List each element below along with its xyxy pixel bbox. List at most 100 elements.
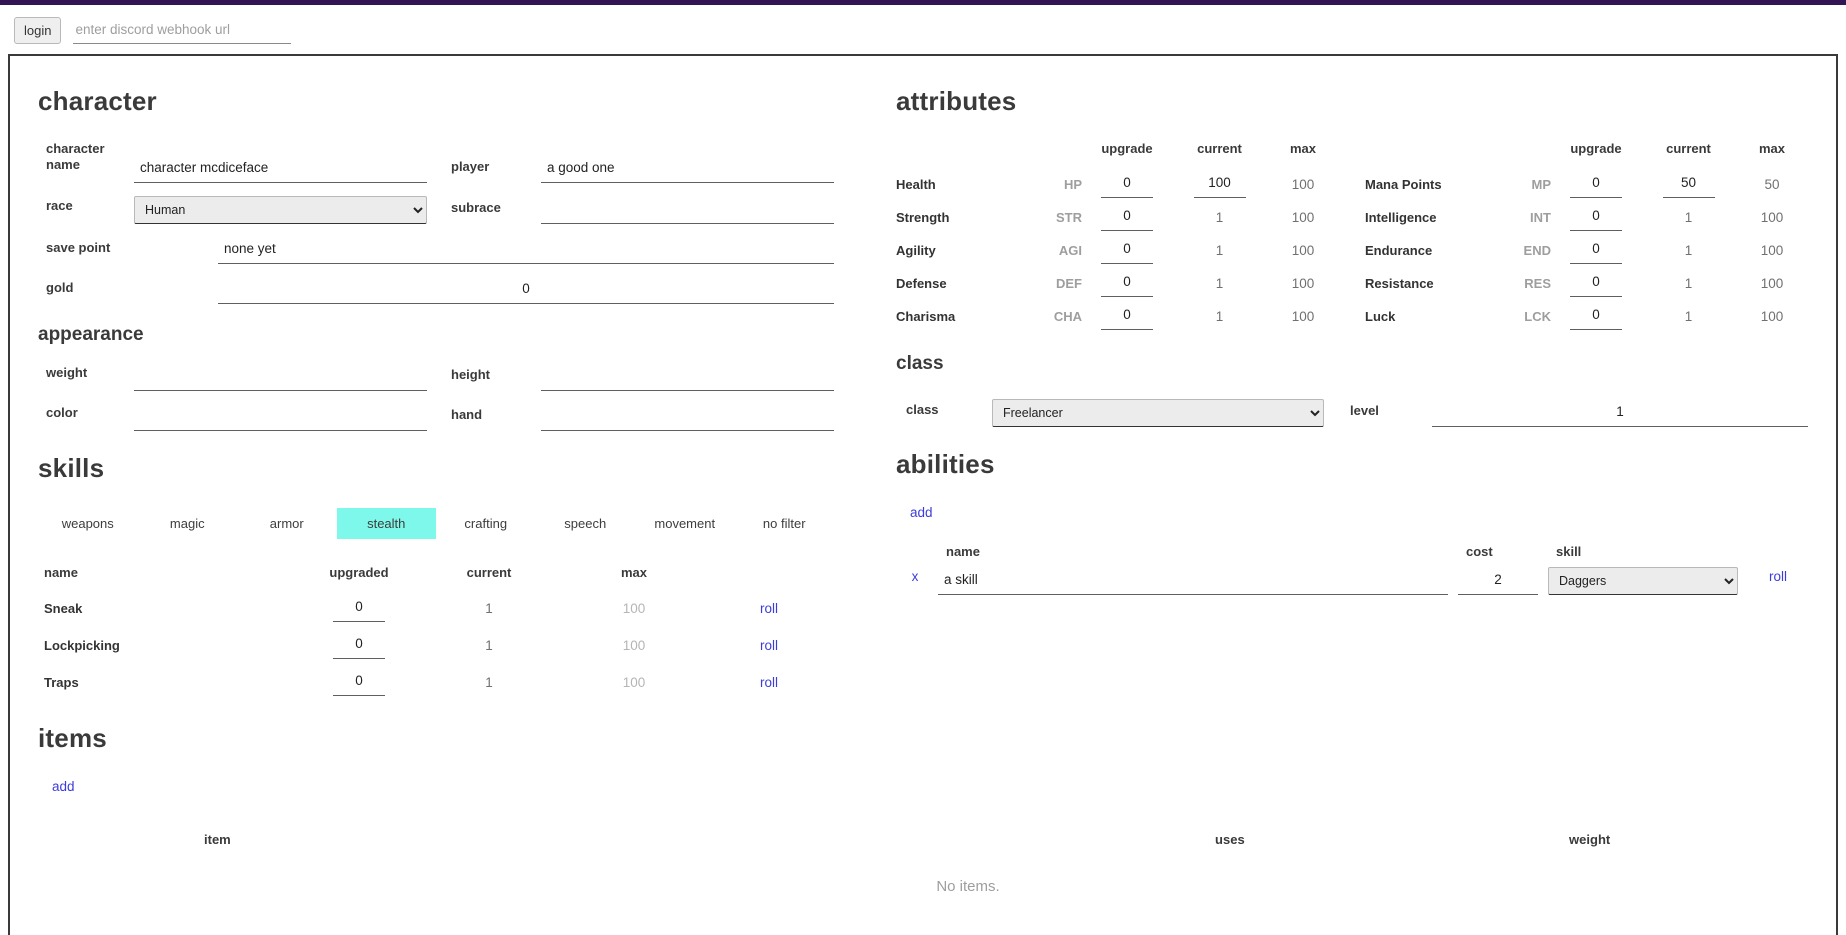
attr-label: Endurance [1365,234,1511,267]
attributes-section-title: attributes [896,86,1808,117]
player-label: player [451,159,541,183]
attr-label: Defense [896,267,1042,300]
attr-col-upgrade: upgrade [1082,141,1172,168]
ability-roll-link[interactable]: roll [1769,569,1787,584]
attr-col-max: max [1736,141,1808,168]
attr-abbr: HP [1042,177,1082,192]
attributes-table-right: upgrade current max Mana Points MP 50 In… [1365,141,1808,333]
gold-label: gold [46,280,218,304]
attr-current-value: 1 [1641,243,1736,258]
weight-input[interactable] [134,364,427,391]
skill-roll-link[interactable]: roll [760,638,778,653]
login-button[interactable]: login [14,17,61,44]
skills-table: name upgraded current max Sneak 1 100 ro… [38,565,834,701]
attr-col-current: current [1172,141,1267,168]
attr-abbr: CHA [1042,309,1082,324]
weight-label: weight [46,365,134,390]
attr-upgrade-input[interactable] [1101,204,1153,231]
filter-tab-weapons[interactable]: weapons [38,508,138,539]
remove-ability-link[interactable]: x [912,569,919,584]
skill-upgraded-input[interactable] [333,632,385,659]
abilities-col-skill: skill [1548,544,1738,567]
attr-upgrade-input[interactable] [1570,171,1622,198]
attr-upgrade-input[interactable] [1570,237,1622,264]
filter-tab-crafting[interactable]: crafting [436,508,536,539]
attr-upgrade-input[interactable] [1570,270,1622,297]
attr-label: Resistance [1365,267,1511,300]
attr-upgrade-input[interactable] [1101,171,1153,198]
level-input[interactable] [1432,400,1808,427]
attr-label: Intelligence [1365,201,1511,234]
attr-abbr: STR [1042,210,1082,225]
right-column: attributes upgrade current max Health HP… [896,72,1808,818]
level-label: level [1350,403,1412,427]
subrace-input[interactable] [541,197,834,224]
filter-tab-movement[interactable]: movement [635,508,735,539]
items-col-weight: weight [1569,832,1610,847]
class-select[interactable]: Freelancer [992,399,1324,427]
attr-abbr: LCK [1511,309,1551,324]
save-point-input[interactable] [218,237,834,264]
skill-upgraded-input[interactable] [333,669,385,696]
skill-max-value: 100 [554,638,714,653]
skill-current-value: 1 [424,675,554,690]
attributes-table-left: upgrade current max Health HP 100 Streng… [896,141,1339,333]
character-name-input[interactable] [134,156,427,183]
skill-upgraded-input[interactable] [333,595,385,622]
skill-current-value: 1 [424,638,554,653]
attr-max-value: 100 [1736,309,1808,324]
attr-current-input[interactable] [1663,171,1715,198]
ability-cost-input[interactable] [1458,568,1538,595]
abilities-col-cost: cost [1458,544,1538,567]
subrace-label: subrace [451,200,541,224]
attr-upgrade-input[interactable] [1101,237,1153,264]
attr-label: Strength [896,201,1042,234]
color-input[interactable] [134,404,427,431]
skills-col-name: name [44,565,294,590]
skill-roll-link[interactable]: roll [760,675,778,690]
filter-tab-stealth[interactable]: stealth [337,508,437,539]
items-table-header: item uses weight [38,832,1808,854]
color-label: color [46,405,134,430]
hand-label: hand [451,407,541,431]
race-select[interactable]: Human [134,196,427,224]
skill-name: Sneak [44,590,294,627]
save-point-label: save point [46,240,218,264]
attr-current-input[interactable] [1194,171,1246,198]
abilities-table: name cost skill x Daggers roll [896,544,1808,595]
attr-current-value: 1 [1172,309,1267,324]
attr-current-value: 1 [1641,210,1736,225]
attr-abbr: DEF [1042,276,1082,291]
player-input[interactable] [541,156,834,183]
skill-roll-link[interactable]: roll [760,601,778,616]
filter-tab-speech[interactable]: speech [536,508,636,539]
filter-tab-armor[interactable]: armor [237,508,337,539]
filter-tab-no-filter[interactable]: no filter [735,508,835,539]
webhook-url-input[interactable] [73,18,291,44]
attr-current-value: 1 [1641,309,1736,324]
skill-name: Traps [44,664,294,701]
height-input[interactable] [541,364,834,391]
add-item-link[interactable]: add [52,779,75,794]
add-ability-link[interactable]: add [910,505,933,520]
attr-max-value: 100 [1267,276,1339,291]
abilities-col-name: name [938,544,1448,567]
attr-upgrade-input[interactable] [1101,270,1153,297]
filter-tab-magic[interactable]: magic [138,508,238,539]
attr-label: Luck [1365,300,1511,333]
ability-skill-select[interactable]: Daggers [1548,567,1738,595]
ability-name-input[interactable] [938,568,1448,595]
attr-abbr: RES [1511,276,1551,291]
hand-input[interactable] [541,404,834,431]
attr-abbr: AGI [1042,243,1082,258]
attr-upgrade-input[interactable] [1570,303,1622,330]
attr-col-current: current [1641,141,1736,168]
attr-upgrade-input[interactable] [1570,204,1622,231]
race-label: race [46,198,134,223]
attr-current-value: 1 [1172,276,1267,291]
attr-upgrade-input[interactable] [1101,303,1153,330]
class-label: class [906,402,992,427]
attr-max-value: 100 [1267,243,1339,258]
attr-current-value: 1 [1641,276,1736,291]
gold-input[interactable] [218,277,834,304]
